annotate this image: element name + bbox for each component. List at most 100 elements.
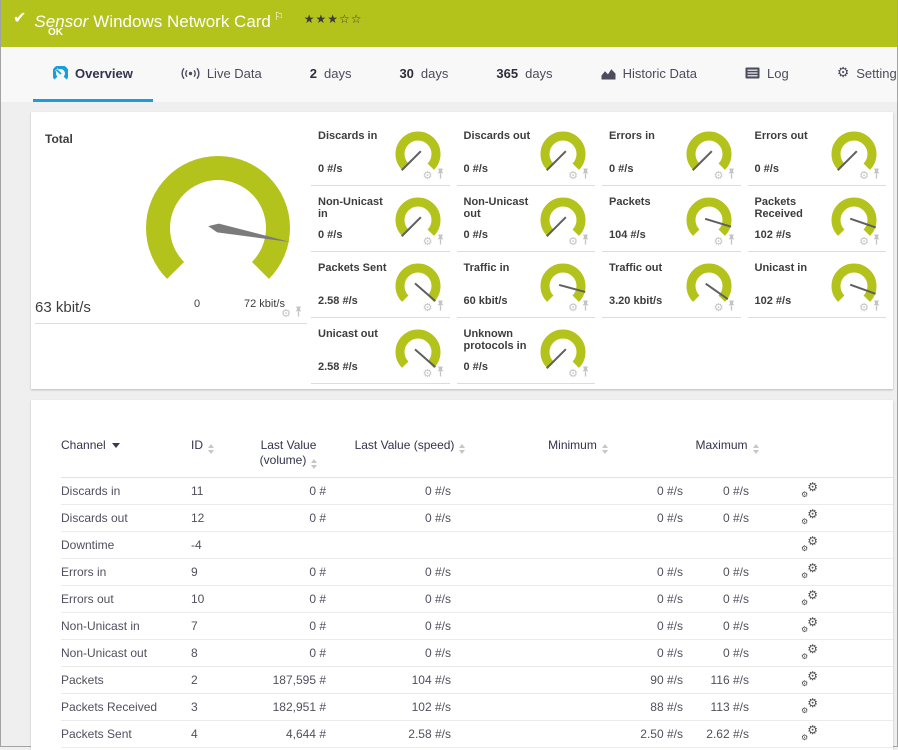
- gauge-cell-discards-out[interactable]: Discards out 0 #/s ⚙: [456, 120, 603, 186]
- pin-icon[interactable]: [436, 364, 445, 382]
- tab-2-days[interactable]: 2 days: [290, 47, 372, 102]
- pin-icon[interactable]: [581, 298, 590, 316]
- gauge-actions: ⚙: [714, 166, 736, 184]
- gear-icon[interactable]: ⚙: [859, 236, 869, 247]
- channel-name: Non-Unicast out: [61, 646, 148, 660]
- gear-icon[interactable]: ⚙: [281, 308, 291, 319]
- cell: -4: [191, 538, 202, 552]
- pin-icon[interactable]: [581, 166, 590, 184]
- tab-settings[interactable]: ⚙ Settings: [817, 47, 897, 102]
- tab-historic-data[interactable]: Historic Data: [581, 47, 717, 102]
- gauge-cell-packets[interactable]: Packets 104 #/s ⚙: [602, 186, 748, 252]
- tab-30-days[interactable]: 30 days: [379, 47, 468, 102]
- tab-overview[interactable]: Overview: [33, 47, 153, 102]
- gauge-cell-packets-received[interactable]: Packets Received 102 #/s ⚙: [747, 186, 894, 252]
- gauge-actions: ⚙: [568, 166, 590, 184]
- gear-icon[interactable]: ⚙: [568, 236, 578, 247]
- tab-log[interactable]: Log: [725, 47, 809, 102]
- pin-icon[interactable]: [872, 166, 881, 184]
- pin-icon[interactable]: [581, 364, 590, 382]
- gauge-cell-non-unicast-in[interactable]: Non-Unicast in 0 #/s ⚙: [311, 186, 457, 252]
- gear-icon[interactable]: ⚙: [423, 302, 433, 313]
- edit-channel-gears-icon[interactable]: ⚙ ⚙: [801, 481, 818, 499]
- column-header-channel[interactable]: Channel: [61, 438, 191, 453]
- tab-number: 365: [496, 65, 519, 81]
- pin-icon[interactable]: [436, 166, 445, 184]
- pin-icon[interactable]: [727, 232, 736, 250]
- pin-icon[interactable]: [436, 232, 445, 250]
- gauge-cell-errors-out[interactable]: Errors out 0 #/s ⚙: [747, 120, 894, 186]
- edit-channel-gears-icon[interactable]: ⚙ ⚙: [801, 616, 818, 634]
- total-gauge-cell[interactable]: Total 63 kbit/s 0 72 kbit/s ⚙: [31, 120, 311, 324]
- gauge-cell-unicast-out[interactable]: Unicast out 2.58 #/s ⚙: [311, 318, 457, 384]
- edit-channel-gears-icon[interactable]: ⚙ ⚙: [801, 535, 818, 553]
- channel-name: Non-Unicast in: [61, 619, 140, 633]
- gear-icon[interactable]: ⚙: [859, 170, 869, 181]
- pin-icon[interactable]: [727, 298, 736, 316]
- sort-icon: [311, 459, 318, 469]
- pin-icon[interactable]: [294, 304, 303, 322]
- edit-channel-gears-icon[interactable]: ⚙ ⚙: [801, 643, 818, 661]
- column-header-maximum[interactable]: Maximum: [662, 438, 792, 454]
- total-gauge-scale-min: 0: [194, 298, 201, 310]
- edit-channel-gears-icon[interactable]: ⚙ ⚙: [801, 508, 818, 526]
- gear-icon[interactable]: ⚙: [714, 236, 724, 247]
- table-row-discards-in: Discards in 11 0 # 0 #/s 0 #/s 0 #/s ⚙ ⚙: [61, 478, 893, 505]
- gauge-cell-packets-sent[interactable]: Packets Sent 2.58 #/s ⚙: [311, 252, 457, 318]
- edit-channel-gears-icon[interactable]: ⚙ ⚙: [801, 670, 818, 688]
- cell: 90 #/s: [650, 673, 683, 687]
- gauge-value: 3.20 kbit/s: [609, 295, 663, 307]
- favorite-flag-icon[interactable]: ⚐: [274, 11, 284, 23]
- pin-icon[interactable]: [872, 298, 881, 316]
- tab-365-days[interactable]: 365 days: [476, 47, 572, 102]
- cell: 4: [191, 727, 198, 741]
- tab-live-data[interactable]: Live Data: [161, 47, 282, 102]
- gear-icon[interactable]: ⚙: [568, 170, 578, 181]
- cell: 0 #/s: [656, 619, 683, 633]
- cell: 0 #/s: [656, 565, 683, 579]
- table-row-packets-received: Packets Received 3 182,951 # 102 #/s 88 #/s 1…: [61, 694, 893, 721]
- gauge-cell-unicast-in[interactable]: Unicast in 102 #/s ⚙: [747, 252, 894, 318]
- gear-icon[interactable]: ⚙: [423, 236, 433, 247]
- pin-icon[interactable]: [436, 298, 445, 316]
- cell: 7: [191, 619, 198, 633]
- gauge-cell-traffic-out[interactable]: Traffic out 3.20 kbit/s ⚙: [602, 252, 748, 318]
- gauge-actions: ⚙: [423, 364, 445, 382]
- gear-icon[interactable]: ⚙: [568, 368, 578, 379]
- pin-icon[interactable]: [581, 232, 590, 250]
- cell: 113 #/s: [710, 700, 749, 714]
- gauge-actions: ⚙: [714, 298, 736, 316]
- gear-icon[interactable]: ⚙: [568, 302, 578, 313]
- sensor-header: ✔ Sensor Windows Network Card ⚐ ★★★☆☆ OK: [1, 0, 897, 47]
- column-header-id[interactable]: ID: [191, 438, 251, 454]
- gauge-cell-traffic-in[interactable]: Traffic in 60 kbit/s ⚙: [456, 252, 603, 318]
- gauge-cell-discards-in[interactable]: Discards in 0 #/s ⚙: [311, 120, 457, 186]
- cell: 8: [191, 646, 198, 660]
- gear-icon[interactable]: ⚙: [423, 368, 433, 379]
- channel-name: Downtime: [61, 538, 115, 552]
- column-header-last-value-speed-[interactable]: Last Value (speed): [326, 438, 494, 454]
- gear-icon[interactable]: ⚙: [714, 170, 724, 181]
- pin-icon[interactable]: [872, 232, 881, 250]
- pin-icon[interactable]: [727, 166, 736, 184]
- cell: 0 #: [309, 619, 326, 633]
- priority-stars[interactable]: ★★★☆☆: [304, 12, 363, 26]
- column-header-minimum[interactable]: Minimum: [494, 438, 662, 454]
- gauge-cell-non-unicast-out[interactable]: Non-Unicast out 0 #/s ⚙: [456, 186, 603, 252]
- channels-table-panel: Channel ID Last Value (volume) Last Value (…: [31, 400, 893, 750]
- tab-label: Settings: [856, 65, 897, 81]
- gear-icon[interactable]: ⚙: [859, 302, 869, 313]
- gear-icon[interactable]: ⚙: [714, 302, 724, 313]
- gauge-cell-errors-in[interactable]: Errors in 0 #/s ⚙: [602, 120, 748, 186]
- edit-channel-gears-icon[interactable]: ⚙ ⚙: [801, 589, 818, 607]
- edit-channel-gears-icon[interactable]: ⚙ ⚙: [801, 724, 818, 742]
- edit-channel-gears-icon[interactable]: ⚙ ⚙: [801, 697, 818, 715]
- column-header-last-value-volume-[interactable]: Last Value (volume): [251, 438, 326, 469]
- gauge-cell-unknown-protocols-in[interactable]: Unknown protocols in 0 #/s ⚙: [456, 318, 603, 384]
- cell: 0 #/s: [424, 619, 451, 633]
- edit-channel-gears-icon[interactable]: ⚙ ⚙: [801, 562, 818, 580]
- gear-icon[interactable]: ⚙: [423, 170, 433, 181]
- gauge-actions: ⚙: [568, 298, 590, 316]
- cell: 0 #/s: [722, 592, 749, 606]
- status-badge: OK: [48, 27, 63, 38]
